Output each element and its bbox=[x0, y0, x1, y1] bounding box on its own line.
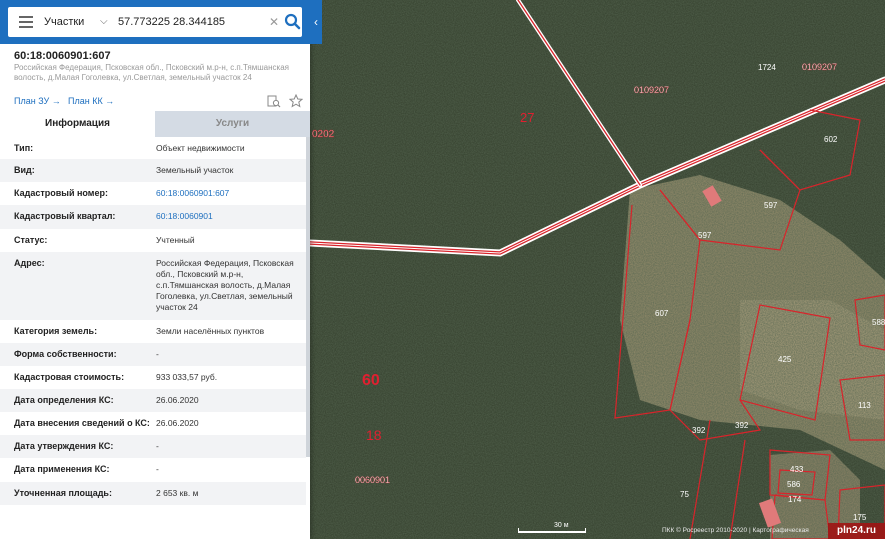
row-value: Российская Федерация, Псковская обл., Пс… bbox=[156, 258, 294, 312]
table-row: Вид: Земельный участок bbox=[0, 159, 306, 182]
table-row: Статус: Учтенный bbox=[0, 229, 306, 252]
row-value: - bbox=[156, 464, 159, 474]
map-copyright: ПКК © Росреестр 2010-2020 | Картографиче… bbox=[662, 527, 809, 534]
table-row: Дата применения КС: - bbox=[0, 458, 306, 482]
object-title: 60:18:0060901:607 bbox=[14, 50, 111, 62]
table-row: Тип: Объект недвижимости bbox=[0, 137, 306, 159]
table-row: Дата утверждения КС: - bbox=[0, 435, 306, 458]
quarter-label: 0109207 bbox=[802, 62, 837, 72]
parcel-number-label: 175 bbox=[853, 513, 867, 522]
table-row: Кадастровый номер: 60:18:0060901:607 bbox=[0, 182, 306, 205]
scrollbar[interactable] bbox=[306, 137, 310, 457]
search-icon bbox=[284, 13, 301, 30]
search-box: Участки ⌵ ✕ bbox=[8, 7, 302, 37]
row-value: Объект недвижимости bbox=[156, 143, 245, 153]
parcel-number-label: 433 bbox=[790, 465, 804, 474]
parcel-number-label: 597 bbox=[764, 201, 778, 210]
parcel-number-label: 75 bbox=[680, 490, 689, 499]
row-value: 2 653 кв. м bbox=[156, 488, 199, 498]
parcel-number-label: 113 bbox=[858, 401, 871, 410]
table-row: Уточненная площадь: 2 653 кв. м bbox=[0, 482, 306, 505]
row-label: Дата определения КС: bbox=[14, 395, 114, 405]
row-value: - bbox=[156, 441, 159, 451]
row-label: Кадастровый номер: bbox=[14, 188, 108, 198]
row-label: Тип: bbox=[14, 143, 34, 153]
row-label: Дата утверждения КС: bbox=[14, 441, 114, 451]
parcel-number-label: 586 bbox=[787, 480, 801, 489]
quarter-label: 0109207 bbox=[634, 85, 669, 95]
parcel-number-label: 607 bbox=[655, 309, 669, 318]
table-row: Дата определения КС: 26.06.2020 bbox=[0, 389, 306, 412]
tab-information[interactable]: Информация bbox=[0, 111, 155, 139]
quarter-label: 0202 bbox=[312, 129, 335, 140]
row-value[interactable]: 60:18:0060901 bbox=[156, 211, 301, 222]
row-value[interactable]: 60:18:0060901:607 bbox=[156, 188, 301, 199]
row-value: 26.06.2020 bbox=[156, 418, 199, 428]
district-label-18: 18 bbox=[366, 427, 382, 443]
parcel-number-label: 602 bbox=[824, 135, 838, 144]
tab-bar: Информация Услуги bbox=[0, 111, 310, 139]
parcel-number-label: 588 bbox=[872, 318, 885, 327]
row-label: Кадастровая стоимость: bbox=[14, 372, 125, 382]
clear-icon[interactable]: ✕ bbox=[269, 7, 279, 37]
parcel-number-label: 425 bbox=[778, 355, 792, 364]
object-address: Российская Федерация, Псковская обл., Пс… bbox=[14, 63, 289, 82]
layer-select[interactable]: Участки bbox=[44, 7, 84, 37]
quarter-label: 0060901 bbox=[355, 475, 390, 485]
search-document-icon[interactable] bbox=[267, 94, 281, 108]
row-label: Дата внесения сведений о КС: bbox=[14, 418, 150, 428]
chevron-left-icon: ‹ bbox=[314, 15, 318, 29]
row-label: Кадастровый квартал: bbox=[14, 211, 116, 221]
row-value: - bbox=[156, 349, 159, 359]
row-value: 933 033,57 руб. bbox=[156, 372, 218, 382]
table-row: Категория земель: Земли населённых пункто… bbox=[0, 320, 306, 343]
row-value: Земли населённых пунктов bbox=[156, 326, 265, 336]
row-value: Учтенный bbox=[156, 235, 195, 245]
parcel-number-label: 1724 bbox=[758, 63, 776, 72]
parcel-label-27: 27 bbox=[520, 110, 534, 125]
row-label: Категория земель: bbox=[14, 326, 98, 336]
site-watermark: pln24.ru bbox=[828, 523, 885, 539]
row-label: Дата применения КС: bbox=[14, 464, 110, 474]
parcel-number-label: 597 bbox=[698, 231, 712, 240]
scale-bar bbox=[518, 528, 586, 533]
row-label: Уточненная площадь: bbox=[14, 488, 112, 498]
table-row: Кадастровая стоимость: 933 033,57 руб. bbox=[0, 366, 306, 389]
scale-label: 30 м bbox=[554, 522, 569, 529]
parcel-number-label: 392 bbox=[692, 426, 706, 435]
menu-icon[interactable] bbox=[19, 16, 33, 28]
parcel-number-label: 174 bbox=[788, 495, 802, 504]
table-row: Кадастровый квартал: 60:18:0060901 bbox=[0, 205, 306, 229]
info-panel: Участки ⌵ ✕ 60:18:0060901:607 Российская… bbox=[0, 0, 310, 539]
table-row: Форма собственности: - bbox=[0, 343, 306, 366]
row-label: Вид: bbox=[14, 165, 35, 175]
plan-kk-link[interactable]: План КК → bbox=[68, 96, 114, 106]
chevron-down-icon[interactable]: ⌵ bbox=[100, 7, 108, 37]
row-label: Статус: bbox=[14, 235, 48, 245]
tab-services[interactable]: Услуги bbox=[155, 111, 310, 137]
search-input[interactable] bbox=[118, 13, 263, 31]
table-row: Дата внесения сведений о КС: 26.06.2020 bbox=[0, 412, 306, 435]
row-value: Земельный участок bbox=[156, 165, 234, 175]
table-row: Адрес: Российская Федерация, Псковская об… bbox=[0, 252, 306, 320]
search-button[interactable] bbox=[283, 7, 302, 37]
search-bar: Участки ⌵ ✕ bbox=[0, 0, 310, 44]
row-label: Адрес: bbox=[14, 258, 45, 268]
row-label: Форма собственности: bbox=[14, 349, 117, 359]
row-value: 26.06.2020 bbox=[156, 395, 199, 405]
plan-zu-link[interactable]: План ЗУ → bbox=[14, 96, 61, 106]
star-icon[interactable] bbox=[289, 93, 304, 108]
district-label-60: 60 bbox=[362, 372, 380, 389]
parcel-number-label: 392 bbox=[735, 421, 749, 430]
collapse-panel-button[interactable]: ‹ bbox=[310, 0, 322, 44]
